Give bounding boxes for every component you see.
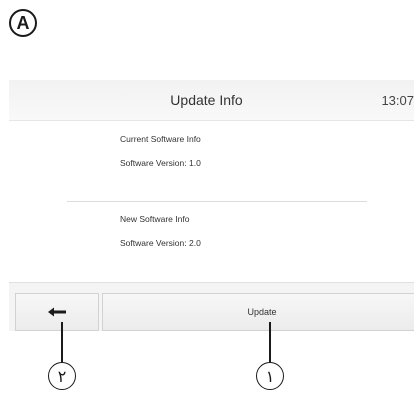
callout-back-leader <box>61 322 63 362</box>
callout-update: ١ <box>256 362 284 390</box>
footer-bar: Update <box>9 282 414 331</box>
callout-back: ٢ <box>48 362 76 390</box>
back-arrow-icon <box>48 307 66 317</box>
update-info-screen: Update Info 13:07 Current Software Info … <box>9 80 414 331</box>
update-button[interactable]: Update <box>102 293 414 331</box>
header-bar: Update Info 13:07 <box>9 80 414 121</box>
current-software-version: Software Version: 1.0 <box>120 158 201 168</box>
new-software-version: Software Version: 2.0 <box>120 238 201 248</box>
new-software-heading: New Software Info <box>120 214 190 224</box>
back-button[interactable] <box>15 293 99 331</box>
page-title: Update Info <box>170 92 243 108</box>
current-software-heading: Current Software Info <box>120 134 201 144</box>
section-divider <box>67 201 367 202</box>
info-panel: Current Software Info Software Version: … <box>9 121 414 284</box>
clock: 13:07 <box>381 93 414 108</box>
figure-label: A <box>9 9 37 37</box>
callout-update-leader <box>269 322 271 362</box>
